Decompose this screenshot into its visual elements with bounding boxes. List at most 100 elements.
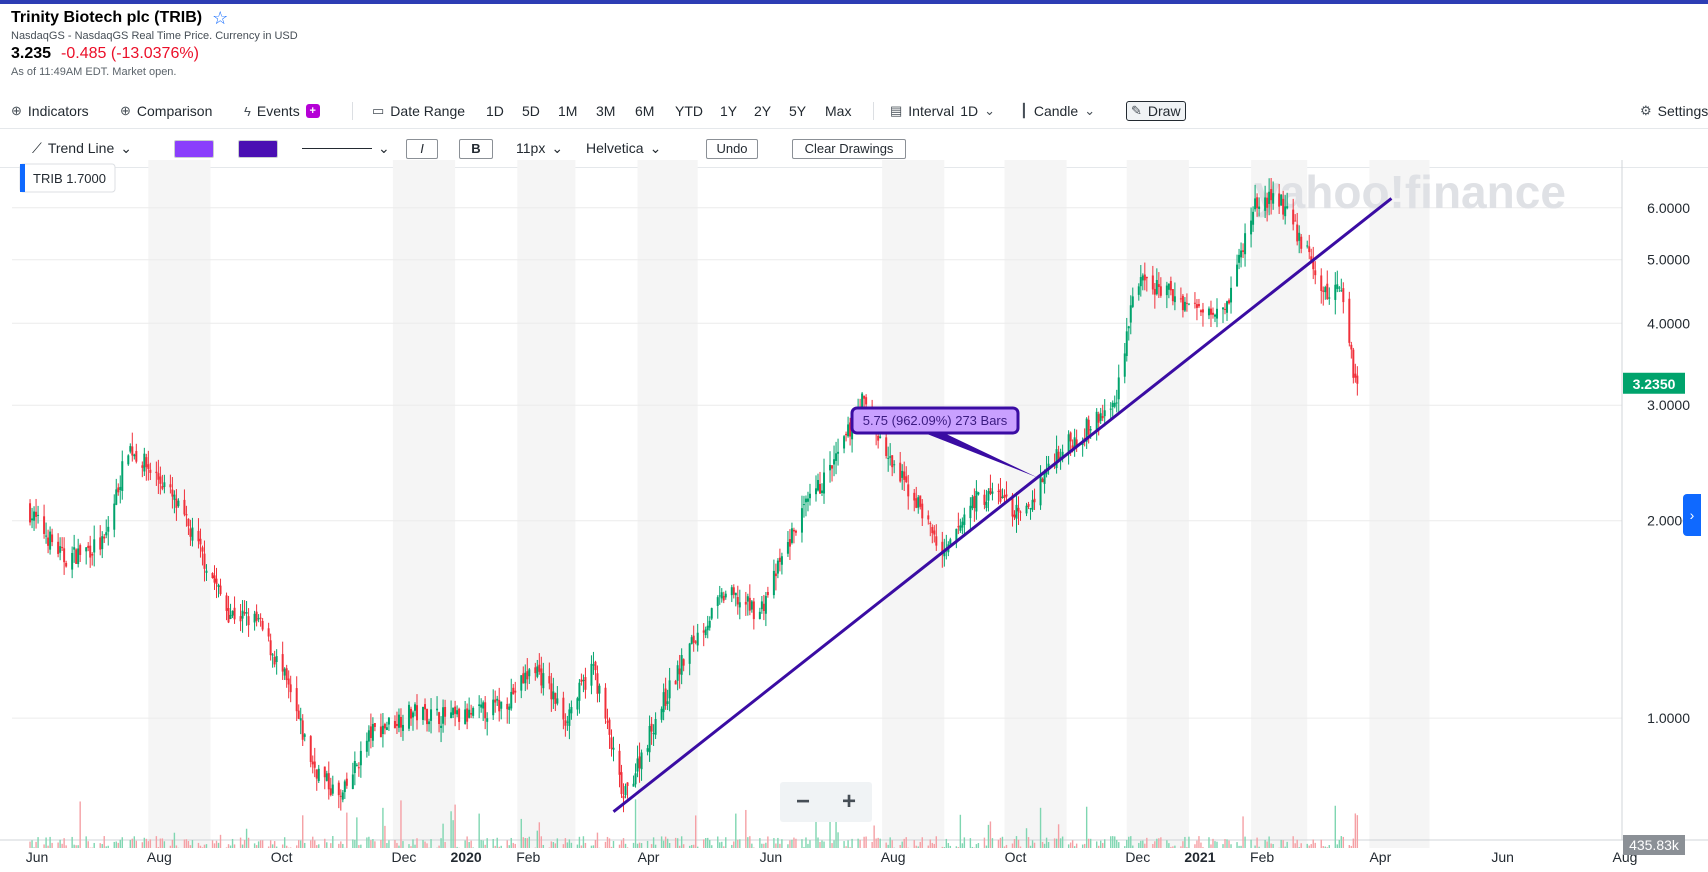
candle-body [243, 612, 246, 614]
range-1y[interactable]: 1Y [720, 100, 737, 122]
candle-body [117, 487, 120, 493]
line-style-dropdown[interactable]: ⌄ [302, 136, 390, 160]
volume-bar [1047, 841, 1050, 848]
volume-bar [929, 839, 931, 848]
volume-bar [1039, 807, 1042, 848]
interval-dropdown[interactable]: ▤ Interval 1D ⌄ [890, 100, 995, 122]
range-1m[interactable]: 1M [558, 100, 577, 122]
candle-body [1242, 250, 1245, 252]
price-chart[interactable]: 6.00005.00004.00003.00002.00001.0000Jun A… [0, 160, 1708, 872]
candle-body [77, 548, 80, 565]
settings-label: Settings [1657, 103, 1708, 119]
candle-body [65, 562, 68, 567]
range-ytd[interactable]: YTD [675, 100, 703, 122]
chevron-down-icon: ⌄ [984, 103, 996, 118]
volume-bar [316, 845, 318, 848]
range-max[interactable]: Max [825, 100, 851, 122]
volume-bar [739, 839, 741, 848]
zoom-in-button[interactable]: + [826, 782, 872, 822]
volume-bar [1017, 839, 1020, 848]
candle-body [514, 690, 517, 693]
candle-body [33, 511, 36, 521]
candle-body [486, 718, 489, 722]
bold-button[interactable]: B [459, 139, 493, 159]
volume-bar [424, 841, 426, 848]
candle-body [121, 461, 124, 491]
line-color-swatch[interactable] [238, 140, 278, 158]
volume-bar [121, 837, 123, 848]
volume-bar [594, 839, 597, 848]
candle-body [93, 539, 96, 553]
volume-bar [622, 838, 625, 848]
volume-bar [793, 837, 795, 848]
expand-panel-button[interactable]: › [1683, 494, 1701, 536]
candle-body [401, 724, 404, 731]
candle-body [219, 585, 222, 595]
candle-body [379, 726, 382, 738]
candle-body [762, 603, 765, 611]
settings-button[interactable]: ⚙ Settings [1640, 100, 1708, 122]
volume-bar [253, 843, 256, 848]
volume-bar [1015, 836, 1018, 848]
undo-button[interactable]: Undo [706, 139, 758, 159]
font-size-dropdown[interactable]: 11px ⌄ [516, 136, 563, 160]
candle-body [526, 671, 529, 680]
candle-body [1282, 198, 1285, 215]
volume-bar [1005, 844, 1008, 848]
volume-bar [1152, 844, 1154, 848]
date-range-button[interactable]: ▭ Date Range [372, 100, 465, 122]
volume-bar [674, 837, 677, 848]
volume-bar [526, 838, 528, 848]
font-family-dropdown[interactable]: Helvetica ⌄ [586, 136, 661, 160]
interval-value: 1D [960, 103, 979, 119]
candle-body [29, 503, 32, 523]
volume-bar [380, 839, 382, 848]
candle-body [885, 437, 888, 457]
month-band [1251, 160, 1308, 848]
volume-bar [636, 843, 639, 848]
volume-bar [285, 845, 288, 848]
zoom-out-button[interactable]: − [780, 782, 826, 822]
volume-bar [149, 839, 152, 848]
range-5d[interactable]: 5D [522, 100, 540, 122]
volume-bar [45, 837, 47, 848]
range-6m[interactable]: 6M [635, 100, 654, 122]
watchlist-star-icon[interactable]: ☆ [212, 9, 228, 27]
clear-drawings-button[interactable]: Clear Drawings [792, 139, 906, 159]
events-button[interactable]: ϟ Events + [244, 100, 320, 122]
volume-bar [213, 843, 216, 848]
volume-bar [1172, 846, 1174, 848]
volume-bar [660, 836, 663, 848]
volume-bar [1081, 844, 1084, 848]
candle-body [620, 772, 623, 795]
volume-bar [705, 838, 707, 848]
chart-type-dropdown[interactable]: ┃ Candle ⌄ [1020, 100, 1095, 122]
volume-bar [175, 845, 178, 848]
range-2y[interactable]: 2Y [754, 100, 771, 122]
draw-button[interactable]: ✎ Draw [1126, 101, 1186, 121]
candle-body [127, 455, 130, 465]
volume-bar [723, 846, 725, 848]
volume-bar [957, 847, 960, 848]
range-1d[interactable]: 1D [486, 100, 504, 122]
volume-bar [1027, 837, 1030, 848]
italic-button[interactable]: I [406, 139, 438, 159]
trend-line-tool-dropdown[interactable]: ⟋ Trend Line ⌄ [32, 136, 132, 160]
candle-body [985, 501, 988, 509]
fill-color-swatch[interactable] [174, 140, 214, 158]
range-3m[interactable]: 3M [596, 100, 615, 122]
range-5y[interactable]: 5Y [789, 100, 806, 122]
volume-bar [1270, 843, 1272, 848]
comparison-button[interactable]: ⊕ Comparison [120, 100, 212, 122]
volume-bar [1126, 839, 1128, 848]
volume-bar [1250, 839, 1252, 848]
indicators-button[interactable]: ⊕ Indicators [11, 100, 89, 122]
volume-bar [492, 838, 494, 848]
volume-bar [360, 844, 362, 848]
volume-bar [1264, 839, 1266, 848]
candle-body [660, 708, 663, 720]
volume-bar [496, 837, 498, 848]
volume-bar [1112, 836, 1114, 848]
candle-body [1141, 275, 1144, 281]
candle-body [1031, 499, 1034, 510]
